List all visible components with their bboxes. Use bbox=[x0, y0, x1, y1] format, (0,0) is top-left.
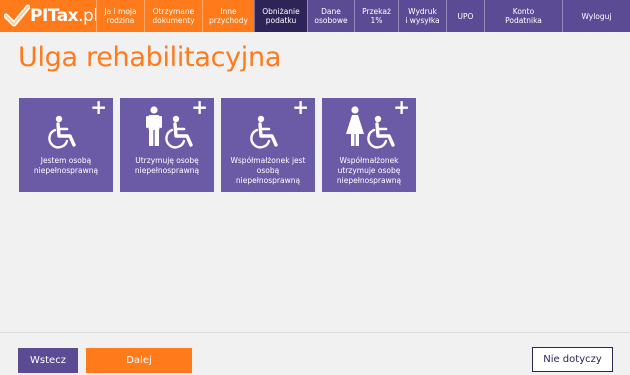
nav-item-personal-data[interactable]: Dane osobowe bbox=[307, 0, 354, 32]
nav-item-taxpayer-account[interactable]: Konto Podatnika bbox=[484, 0, 562, 32]
nav-item-tax-reduction[interactable]: Obniżanie podatku bbox=[254, 0, 307, 32]
nav-item-documents[interactable]: Otrzymane dokumenty bbox=[144, 0, 202, 32]
top-navigation-bar: PITax.pl Ja i moja rodzina Otrzymane dok… bbox=[0, 0, 630, 32]
add-plus-icon: + bbox=[393, 95, 410, 119]
tile-label: Utrzymuję osobę niepełnosprawną bbox=[134, 156, 200, 175]
add-plus-icon: + bbox=[191, 95, 208, 119]
tile-label: Współmałżonek jest osobą niepełnosprawną bbox=[230, 156, 306, 185]
nav-item-logout[interactable]: Wyloguj bbox=[562, 0, 630, 32]
add-plus-icon: + bbox=[292, 95, 309, 119]
nav-item-upo[interactable]: UPO bbox=[446, 0, 484, 32]
tile-support-disabled-person[interactable]: + Utrzymuję osobę niepełnosprawną bbox=[120, 95, 214, 192]
nav-item-family[interactable]: Ja i moja rodzina bbox=[96, 0, 144, 32]
tile-spouse-supports-disabled[interactable]: + Współmałżonek utrzymuje osobę niepełno… bbox=[322, 95, 416, 192]
main-nav: Ja i moja rodzina Otrzymane dokumenty In… bbox=[96, 0, 630, 32]
pitax-logo[interactable]: PITax.pl bbox=[0, 0, 98, 32]
tile-disabled-self[interactable]: + Jestem osobą niepełnosprawną bbox=[19, 95, 113, 192]
logo-text: PITax.pl bbox=[30, 6, 98, 26]
tile-label: Współmałżonek utrzymuje osobę niepełnosp… bbox=[336, 156, 402, 185]
not-applicable-button[interactable]: Nie dotyczy bbox=[532, 347, 613, 372]
nav-item-other-income[interactable]: Inne przychody bbox=[202, 0, 254, 32]
nav-item-donate-1-percent[interactable]: Przekaż 1% bbox=[354, 0, 398, 32]
checkmark-logo-icon bbox=[4, 4, 30, 27]
page-title: Ulga rehabilitacyjna bbox=[18, 42, 282, 73]
next-button[interactable]: Dalej bbox=[86, 348, 192, 373]
add-plus-icon: + bbox=[90, 95, 107, 119]
tile-label: Jestem osobą niepełnosprawną bbox=[33, 156, 99, 175]
back-button[interactable]: Wstecz bbox=[18, 348, 78, 373]
footer-divider bbox=[0, 332, 630, 333]
nav-item-print-send[interactable]: Wydruk i wysyłka bbox=[398, 0, 446, 32]
tile-spouse-disabled[interactable]: + Współmałżonek jest osobą niepełnospraw… bbox=[221, 95, 315, 192]
